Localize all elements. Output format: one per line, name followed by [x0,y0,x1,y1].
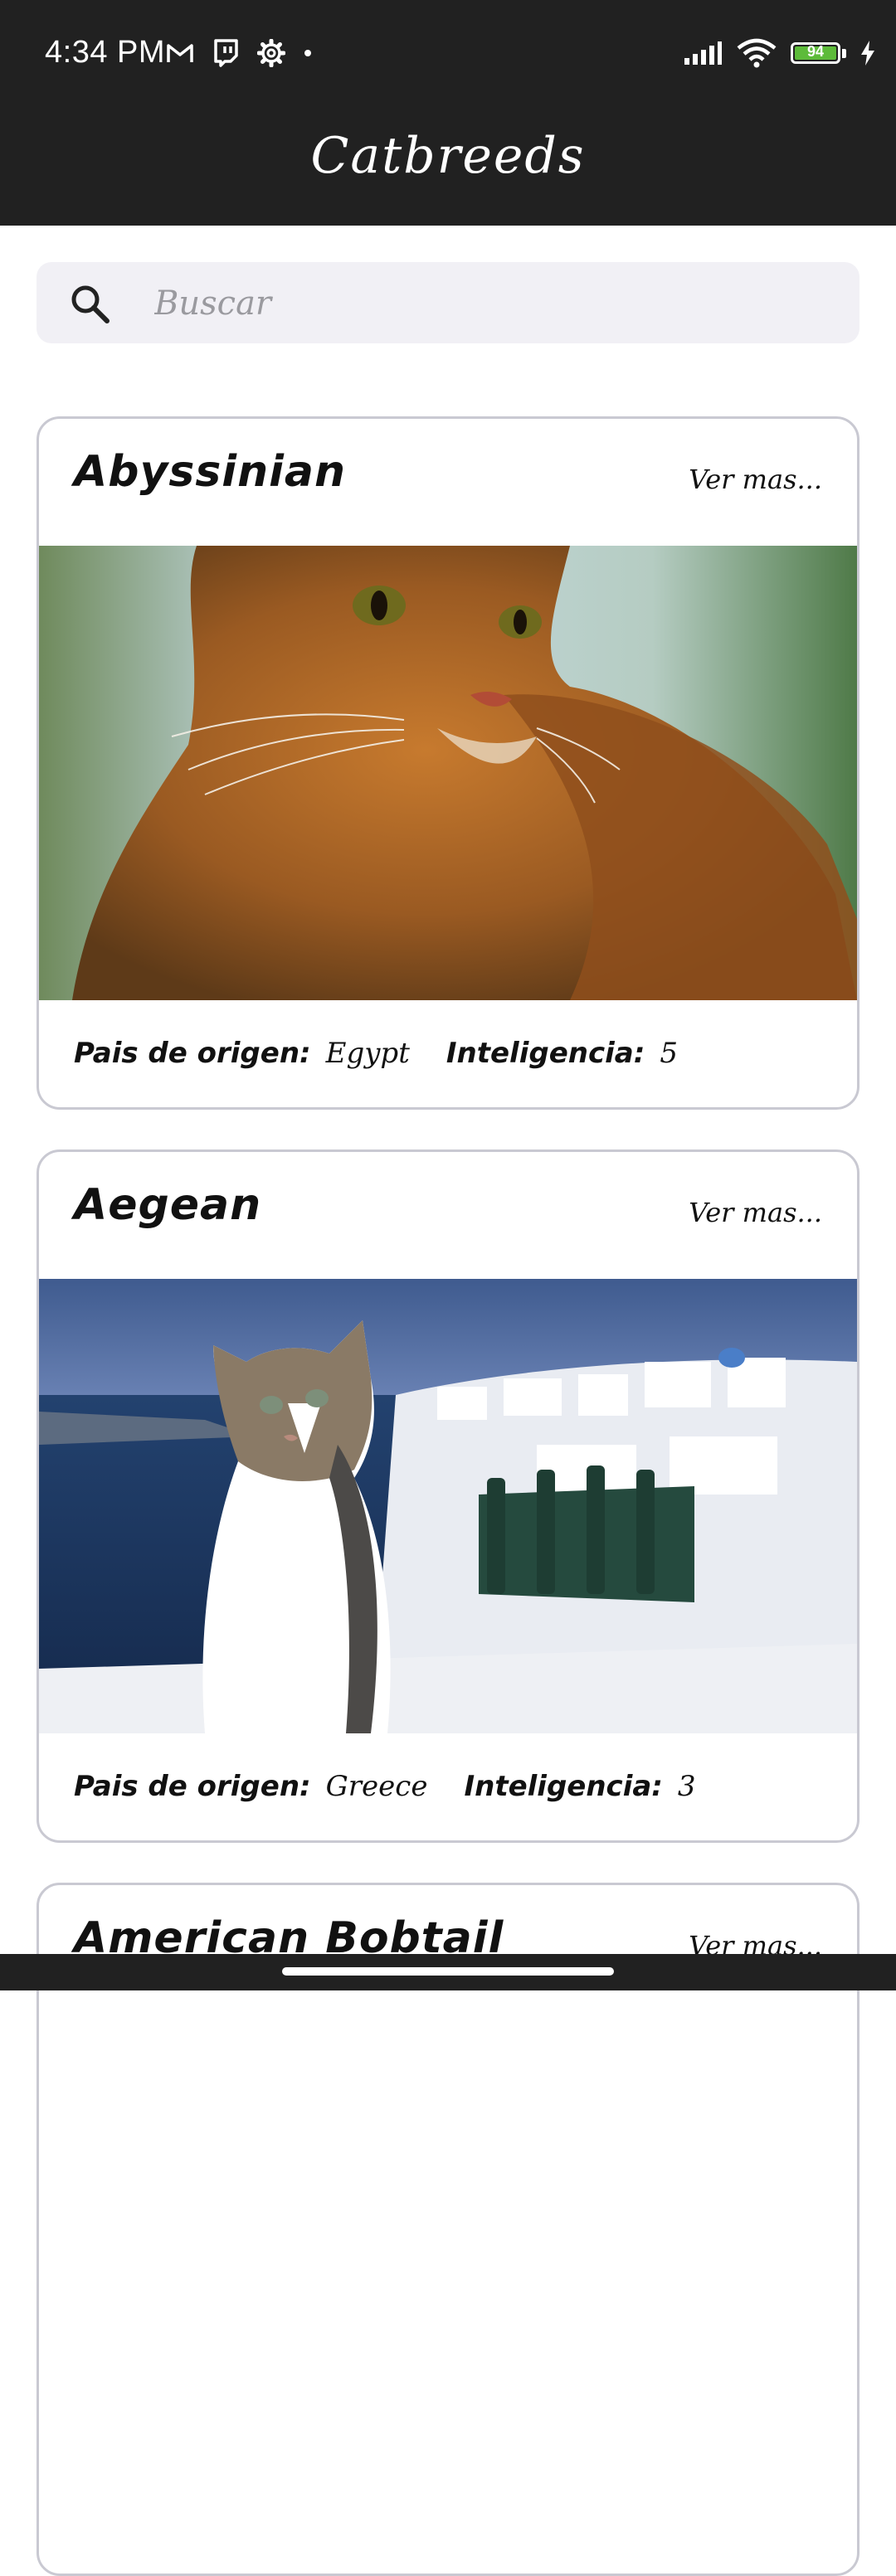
intelligence-label: Inteligencia: [464,1770,663,1803]
intelligence-value: 3 [677,1770,696,1803]
breed-card[interactable]: Aegean Ver mas... Pais de origen: Greece… [37,1149,859,1843]
breed-name: Aegean [74,1180,262,1230]
wifi-icon [737,38,777,68]
breed-image [39,1279,857,1733]
origin-label: Pais de origen: [74,1770,311,1803]
search-input[interactable] [153,277,836,330]
system-icons: 94 [683,36,876,70]
settings-gear-icon [257,39,285,67]
status-bar: 4:34 PM 94 [0,0,896,104]
search-bar[interactable] [37,262,859,343]
battery-icon: 94 [791,42,840,64]
battery-cap [842,48,846,58]
breed-info: Pais de origen: Egypt Inteligencia: 5 [74,1037,714,1070]
gmail-icon [167,44,193,62]
battery-level: 94 [806,43,825,60]
notification-icons [166,36,312,70]
status-time: 4:34 PM [45,35,166,70]
dot-icon [304,50,311,56]
breed-card[interactable]: Abyssinian Ver mas... Pais de origen: Eg… [37,416,859,1110]
origin-label: Pais de origen: [74,1037,311,1070]
see-more-link[interactable]: Ver mas... [689,1197,822,1228]
breed-info: Pais de origen: Greece Inteligencia: 3 [74,1770,733,1803]
twitch-icon [214,39,238,67]
intelligence-value: 5 [660,1037,678,1070]
breed-name: Abyssinian [74,447,347,497]
intelligence-label: Inteligencia: [446,1037,645,1070]
see-more-link[interactable]: Ver mas... [689,464,822,495]
app-bar: Catbreeds [0,104,896,226]
home-gesture-handle[interactable] [282,1967,614,1976]
origin-value: Egypt [325,1037,410,1070]
charging-bolt-icon [861,41,874,66]
origin-value: Greece [325,1770,428,1803]
signal-icon [684,41,722,65]
breed-image [39,546,857,1000]
search-icon [71,285,110,323]
app-title: Catbreeds [310,127,586,185]
navigation-bar [0,1954,896,1990]
